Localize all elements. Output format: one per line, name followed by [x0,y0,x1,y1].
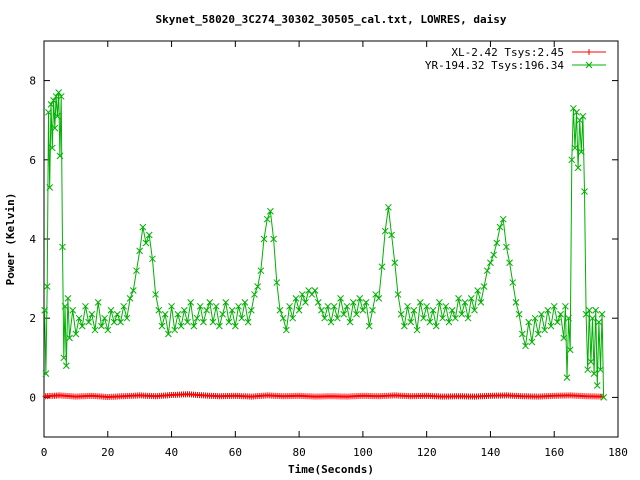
series-point [113,310,121,318]
x-tick-label: 180 [608,446,628,459]
plot-frame [43,40,619,438]
series-point [321,314,328,322]
x-tick-label: 120 [417,446,437,459]
x-tick-label: 0 [41,446,48,459]
series-point [302,299,309,306]
chart: Skynet_58020_3C274_30302_30505_cal.txt, … [4,13,628,476]
x-tick-label: 140 [481,446,501,459]
legend-label: YR-194.32 Tsys:196.34 [425,59,564,72]
x-tick-label: 20 [101,446,114,459]
series-point [318,306,325,314]
y-axis-label: Power (Kelvin) [4,193,17,286]
series-point [308,291,316,298]
x-tick-label: 160 [544,446,564,459]
legend-marker [586,49,592,55]
series-point [305,287,313,294]
legend-label: XL-2.42 Tsys:2.45 [451,46,564,59]
series-line [44,92,605,398]
series-point [314,299,322,306]
y-tick-label: 8 [29,75,36,88]
series-point [359,306,367,314]
x-tick-label: 60 [229,446,242,459]
series-point [203,306,210,314]
x-tick-label: 100 [353,446,373,459]
series-point [448,306,456,314]
x-tick-label: 40 [165,446,178,459]
series-point [219,310,226,318]
x-tick-label: 80 [292,446,305,459]
x-axis-label: Time(Seconds) [288,463,374,476]
series-point [490,251,497,259]
series-0 [42,391,606,401]
series-point [487,259,494,267]
series-point [311,287,319,294]
series-point [279,314,287,322]
y-tick-label: 4 [29,233,36,246]
legend: XL-2.42 Tsys:2.45YR-194.32 Tsys:196.34 [425,46,606,72]
series-point [110,318,118,326]
y-tick-label: 0 [29,391,36,404]
series-1 [41,89,608,401]
series-point [193,314,201,322]
chart-title: Skynet_58020_3C274_30302_30505_cal.txt, … [156,13,507,26]
y-tick-label: 2 [29,312,36,325]
y-tick-label: 6 [29,154,36,167]
series-layer [41,89,608,401]
series-point [101,314,108,322]
